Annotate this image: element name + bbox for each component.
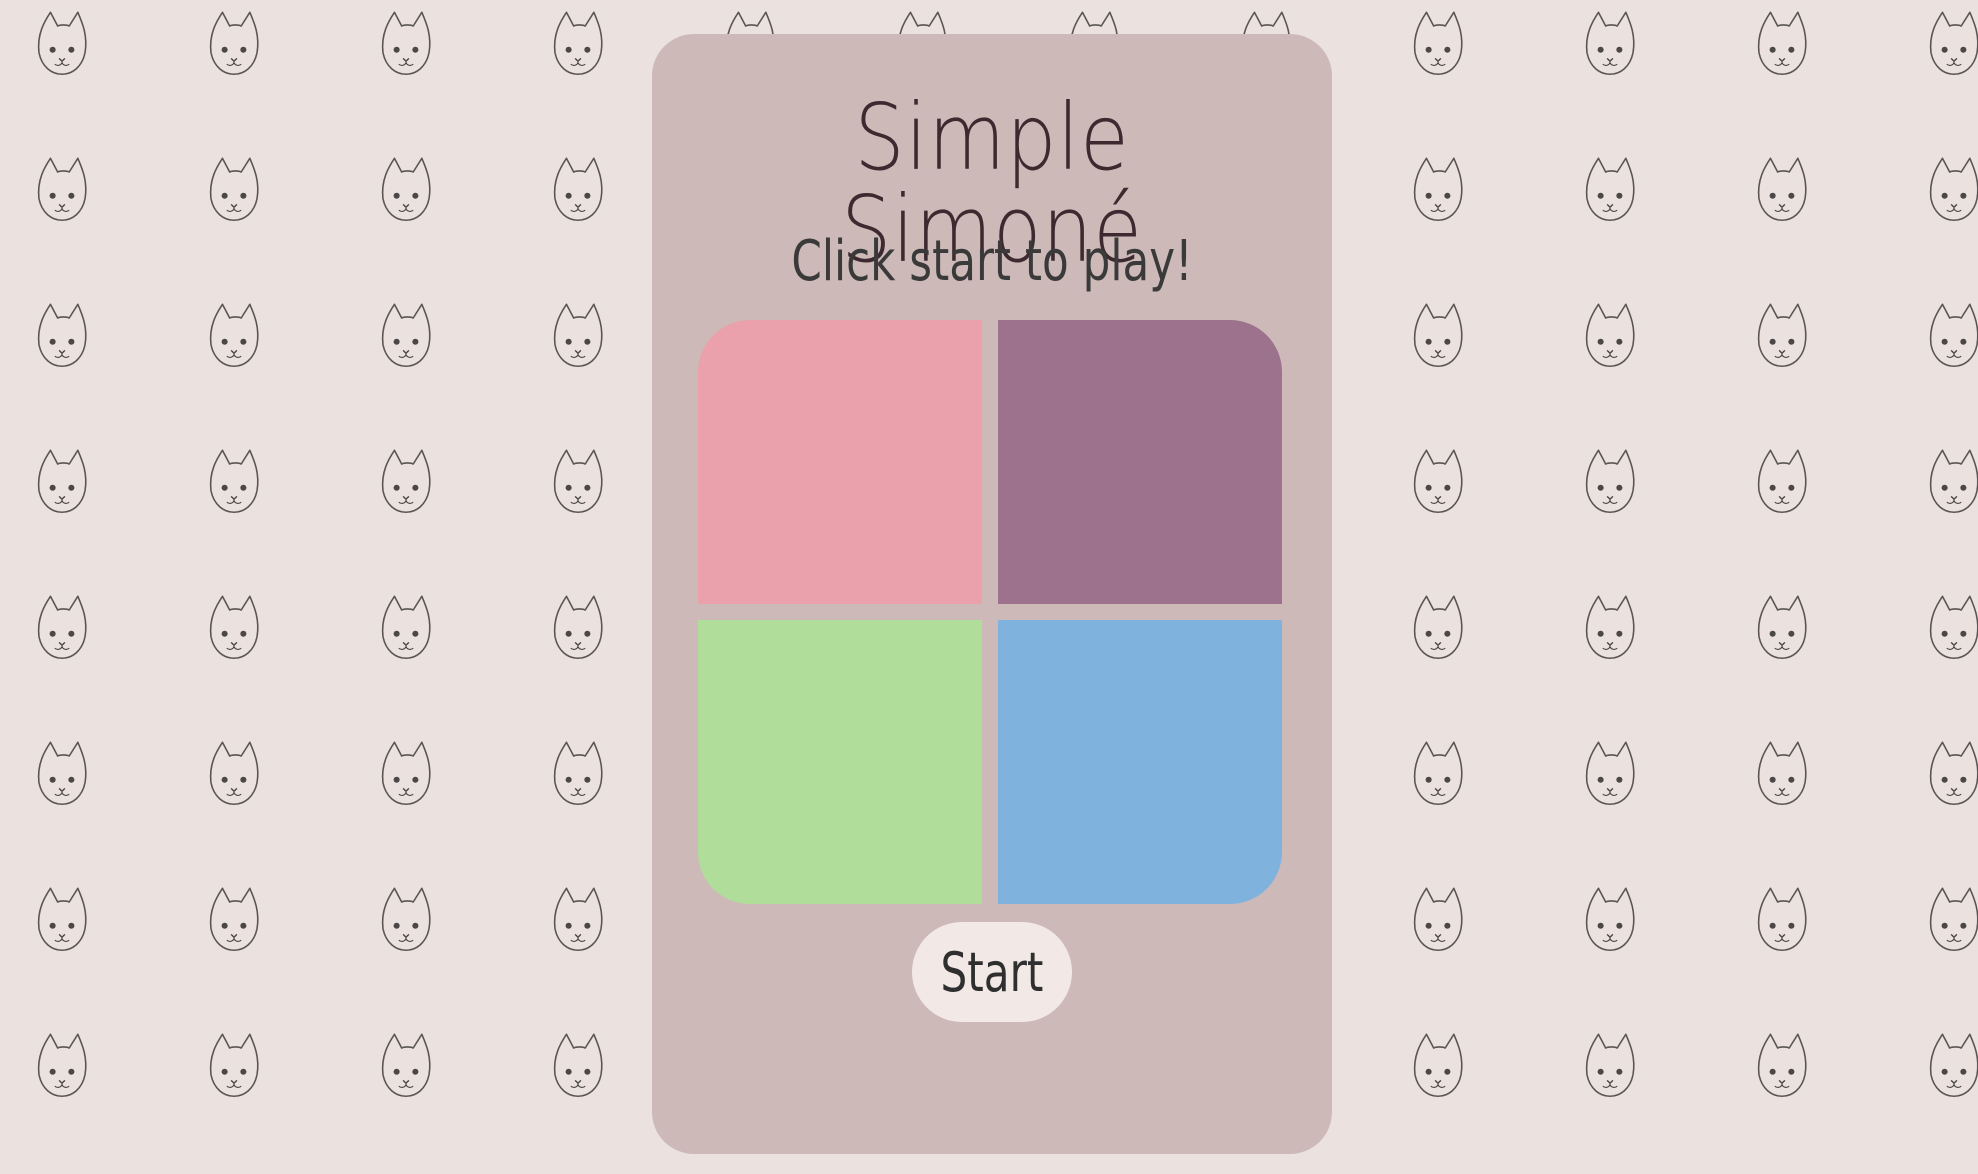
pink-pad[interactable] [698,320,982,604]
blue-pad[interactable] [998,620,1282,904]
game-board [698,320,1282,904]
instructions-text: Click start to play! [791,229,1193,294]
green-pad[interactable] [698,620,982,904]
start-button[interactable]: Start [912,922,1072,1022]
start-button-label: Start [940,940,1044,1004]
game-panel: Simple Simoné Click start to play! Start [652,34,1332,1154]
purple-pad[interactable] [998,320,1282,604]
